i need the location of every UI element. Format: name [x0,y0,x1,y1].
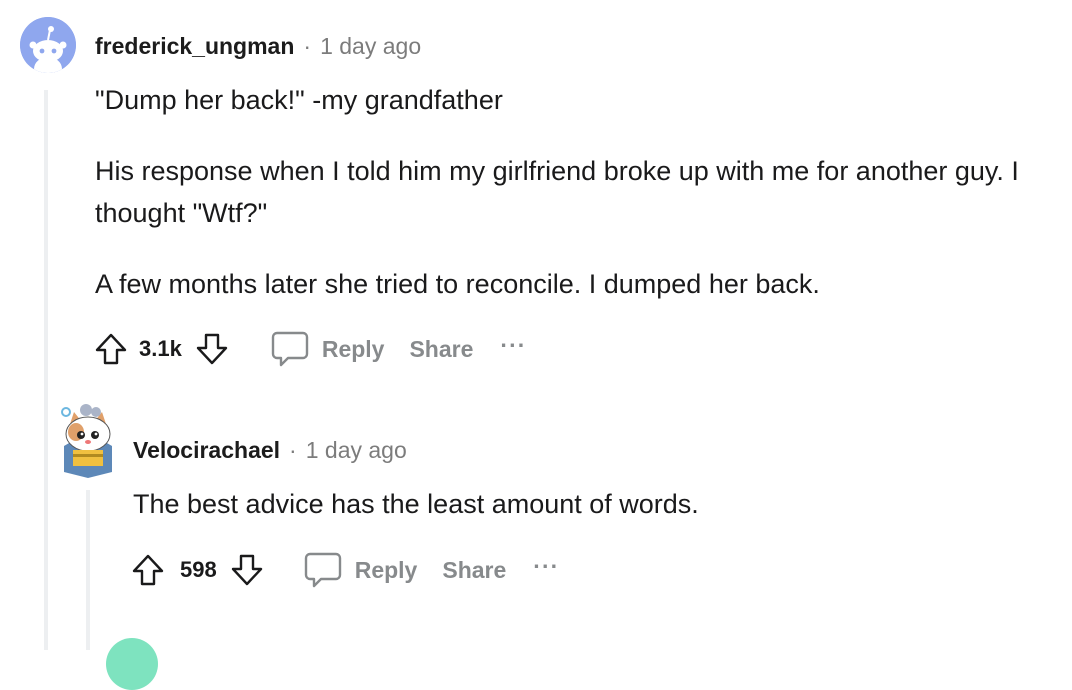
upvote-icon[interactable] [130,552,166,588]
next-comment-avatar[interactable] [106,638,158,690]
more-icon[interactable]: ··· [500,332,526,359]
timestamp[interactable]: 1 day ago [320,33,421,60]
meta-separator: · [303,32,312,59]
comment-icon [303,550,343,590]
upvote-icon[interactable] [93,331,129,367]
snoo-avatar[interactable] [20,17,76,73]
reply-button[interactable]: Reply [303,550,418,590]
comment-icon [270,329,310,369]
comment-actions: 598 Reply Share ··· [130,550,559,590]
username[interactable]: frederick_ungman [95,33,294,60]
comment-meta: frederick_ungman · 1 day ago [95,30,421,62]
vote-score: 3.1k [139,336,182,361]
comment-paragraph: His response when I told him my girlfrie… [95,156,1019,228]
comment-paragraph: The best advice has the least amount of … [133,489,699,519]
thread-line-1[interactable] [44,90,48,650]
username[interactable]: Velocirachael [133,437,280,464]
reply-label: Reply [354,556,418,583]
meta-separator: · [289,436,297,463]
thread-line-2[interactable] [86,490,90,650]
reply-button[interactable]: Reply [270,329,385,369]
more-icon[interactable]: ··· [533,553,559,580]
comment-paragraph: "Dump her back!" -my grandfather [95,85,503,115]
comment-meta: Velocirachael · 1 day ago [133,434,407,466]
share-button[interactable]: Share [442,557,506,584]
share-button[interactable]: Share [409,336,473,363]
cat-avatar[interactable] [58,402,118,478]
reply-label: Reply [321,335,385,362]
downvote-icon[interactable] [229,552,265,588]
timestamp[interactable]: 1 day ago [306,437,407,464]
downvote-icon[interactable] [194,331,230,367]
comment-paragraph: A few months later she tried to reconcil… [95,269,820,299]
comment-actions: 3.1k Reply Share ··· [93,329,526,369]
vote-score: 598 [180,557,217,582]
